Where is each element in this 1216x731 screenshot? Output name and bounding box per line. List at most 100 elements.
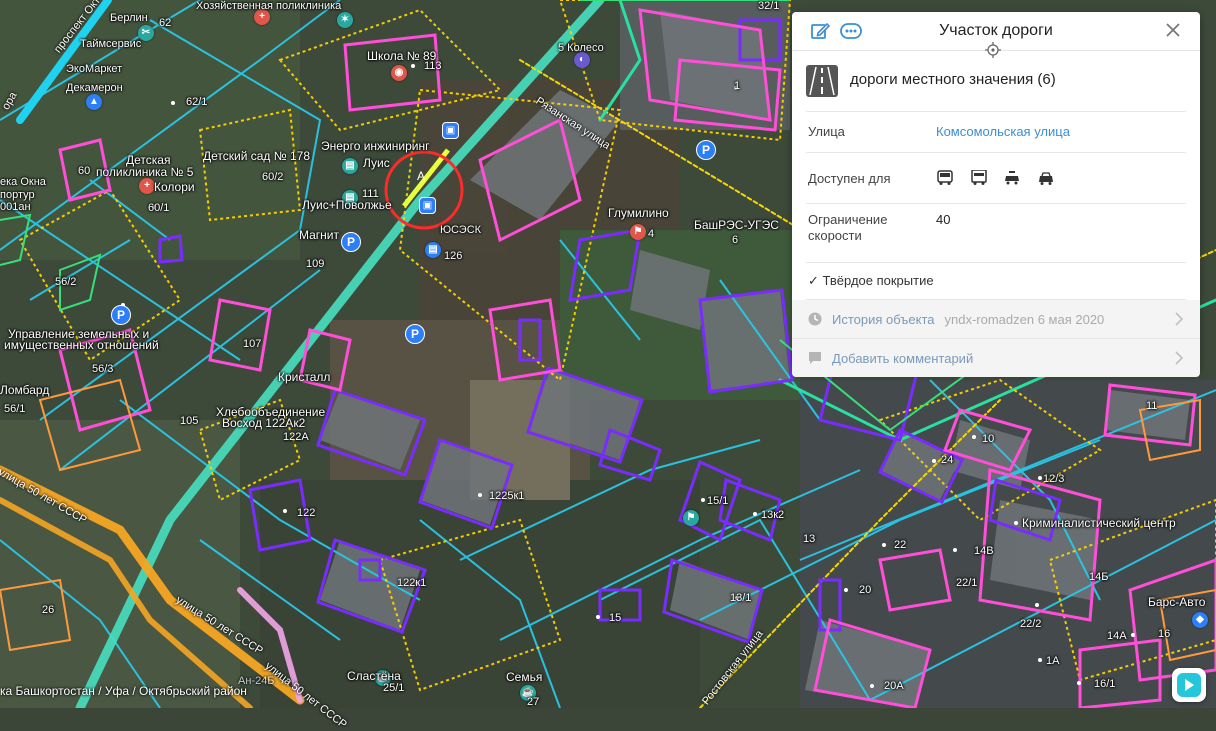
map-label: 32/1 <box>758 0 780 12</box>
map-label: 15 <box>609 612 622 624</box>
map-label: 13/1 <box>730 592 752 604</box>
history-text: История объекта yndx-romadzen 6 мая 2020 <box>832 312 1104 327</box>
parking-icon[interactable]: P <box>111 305 131 325</box>
car-service-icon[interactable]: ◆ <box>1192 612 1208 628</box>
road-type-row: дороги местного значения (6) <box>806 51 1186 112</box>
bus-stop-icon[interactable]: ▣ <box>442 122 459 139</box>
map-label: 20А <box>884 680 904 692</box>
shop-icon[interactable]: ◐ <box>574 52 590 68</box>
comment-row[interactable]: Добавить комментарий <box>792 339 1200 377</box>
map-label: 126 <box>444 250 463 262</box>
map-label: 60/2 <box>262 171 284 183</box>
map-label: Колори <box>154 180 195 194</box>
chevron-right-icon <box>1175 312 1184 326</box>
map-label: Сластёна <box>347 669 401 683</box>
map-label: 122А <box>283 431 309 443</box>
map-label: 62 <box>159 17 172 29</box>
map-label: 1225к1 <box>489 490 525 502</box>
map-label: Луис <box>363 156 390 170</box>
map-label: 56/1 <box>4 403 26 415</box>
map-label: 16 <box>1158 628 1171 640</box>
map-label: 122к1 <box>397 577 427 589</box>
next-button[interactable] <box>1172 668 1206 702</box>
map-label: 13 <box>803 533 816 545</box>
map-label: имущественных отношений <box>4 338 159 352</box>
office-icon[interactable]: ▤ <box>425 242 441 258</box>
parking-icon[interactable]: P <box>341 232 361 252</box>
map-label: 14В <box>974 545 994 557</box>
history-row[interactable]: История объекта yndx-romadzen 6 мая 2020 <box>792 300 1200 339</box>
map-label: 22/2 <box>1020 618 1042 630</box>
map-label: Кристалл <box>278 370 331 384</box>
map-label: ЭкоМаркет <box>66 63 123 75</box>
breadcrumb[interactable]: ка Башкортостан / Уфа / Октябрьский райо… <box>0 684 247 698</box>
map-label: 109 <box>306 258 325 270</box>
map-label: 113 <box>424 60 442 72</box>
map-label: 22/1 <box>956 577 978 589</box>
map-label: 4 <box>648 228 655 240</box>
map-label: 11 <box>1146 400 1158 412</box>
map-label: Глумилино <box>608 206 669 220</box>
panel-header: Участок дороги <box>792 12 1200 58</box>
map-label: Магнит <box>299 228 340 242</box>
map-label: 56/2 <box>55 276 77 288</box>
map-label: 15/1 <box>707 495 729 507</box>
map-label: 25/1 <box>383 682 405 694</box>
vehicle-icons <box>936 170 1067 189</box>
map-label: 24 <box>941 454 954 466</box>
map-label: 27 <box>527 696 540 708</box>
map-label: 107 <box>243 338 262 350</box>
bus-stop-icon[interactable]: ▣ <box>419 197 436 214</box>
street-link[interactable]: Комсомольская улица <box>936 124 1070 139</box>
surface-label: ✓ Твёрдое покрытие <box>808 273 934 288</box>
map-label: Восход 122Ак2 <box>222 416 306 430</box>
map-label: 122 <box>297 507 316 519</box>
segment-marker-letter: A <box>417 169 425 183</box>
taxi-icon <box>1005 171 1020 185</box>
map-label: 56/3 <box>92 363 114 375</box>
map-label: БашРЭС-УГЭС <box>694 218 779 232</box>
map-label: Детский сад № 178 <box>203 149 310 163</box>
speed-label: Ограничение <box>808 212 888 227</box>
office-icon[interactable]: ▤ <box>342 158 358 174</box>
medical-icon[interactable]: + <box>139 178 155 194</box>
fitness-icon[interactable]: ✶ <box>337 12 353 28</box>
map-label: ека Окна <box>0 176 46 188</box>
map-label: 22 <box>894 539 907 551</box>
map-label: 001ан <box>0 201 31 213</box>
flag-icon[interactable]: ⚑ <box>683 510 699 526</box>
map-label: Барс-Авто <box>1148 595 1206 609</box>
map-label: 5 Колесо <box>558 42 604 54</box>
map-label: Таймсервис <box>80 38 142 50</box>
map-label: ЮСЭСК <box>440 224 482 236</box>
map-label: 1А <box>1046 655 1060 667</box>
flag-icon[interactable]: ⚑ <box>630 224 646 240</box>
map-label: 12/3 <box>1043 473 1065 485</box>
map-label: 26 <box>42 604 55 616</box>
speed-value: 40 <box>936 212 951 227</box>
map-label: Луис+Поволжье <box>302 198 392 212</box>
access-label: Доступен для <box>808 171 891 186</box>
school-icon[interactable]: ◉ <box>391 65 407 81</box>
parking-icon[interactable]: P <box>696 140 716 160</box>
map-label: 62/1 <box>186 96 208 108</box>
parking-icon[interactable]: P <box>405 324 425 344</box>
comment-label: Добавить комментарий <box>832 351 974 366</box>
road-icon <box>806 65 838 97</box>
map-label: 60 <box>78 165 91 177</box>
play-icon <box>1177 673 1201 697</box>
map-label: Семья <box>506 670 543 684</box>
map-label: 60/1 <box>148 202 170 214</box>
map-label: Криминалистический центр <box>1022 516 1176 530</box>
shopping-icon[interactable]: ▲ <box>86 94 102 110</box>
street-row: Улица Комсомольская улица <box>806 112 1186 153</box>
map-label: Берлин <box>110 12 148 24</box>
road-type-label: дороги местного значения (6) <box>850 71 1056 88</box>
close-icon[interactable] <box>1164 21 1182 39</box>
panel-title: Участок дороги <box>939 22 1053 39</box>
bus-icon <box>937 170 953 185</box>
map-label: поликлиника № 5 <box>96 165 194 179</box>
map-label: Ломбард <box>0 383 50 397</box>
speed-row: Ограничение скорости 40 <box>806 204 1186 263</box>
map-label: Энерго инжиниринг <box>321 139 430 153</box>
